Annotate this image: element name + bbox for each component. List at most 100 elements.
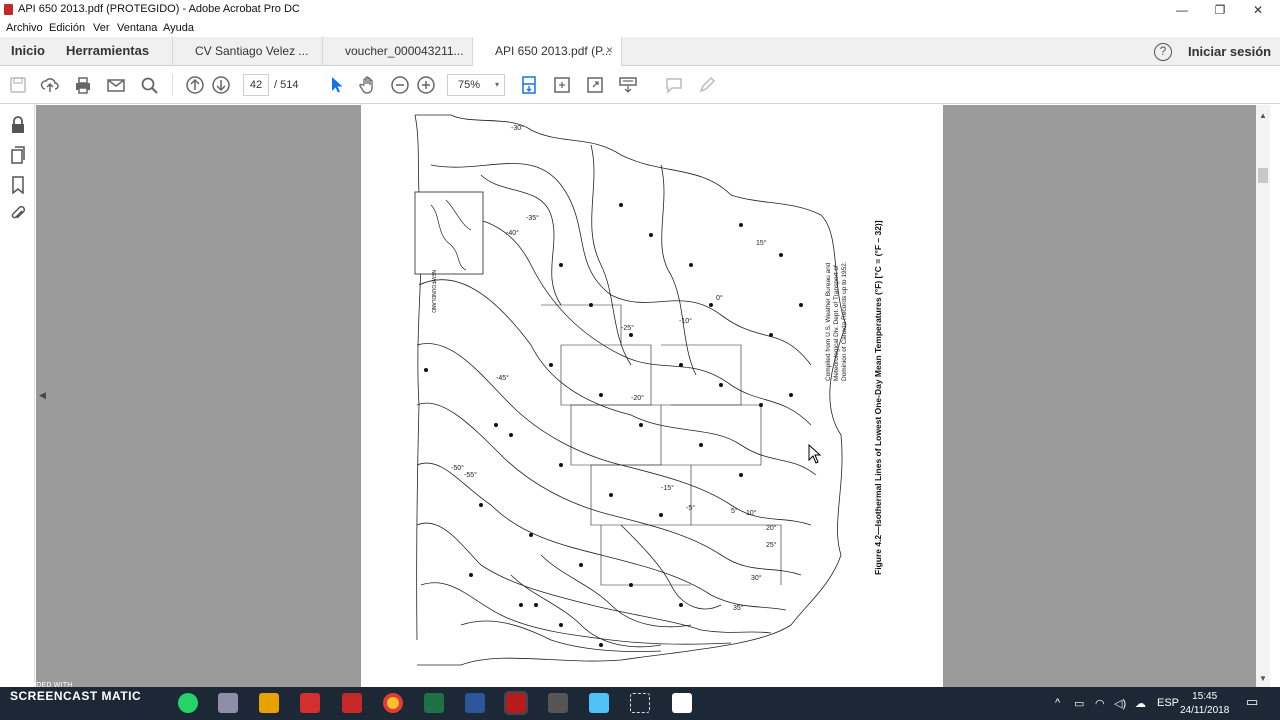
signin-link[interactable]: Iniciar sesión [1188,44,1271,59]
pen-icon[interactable] [695,73,719,97]
fit-page-icon[interactable] [550,73,574,97]
chrome-icon[interactable] [383,693,403,713]
zoom-value: 75% [458,79,481,91]
tab-voucher[interactable]: voucher_000043211... [322,37,472,66]
acrobat-taskbar-icon[interactable] [504,691,528,715]
isotherm-label: 30° [751,574,762,582]
page-total: / 514 [274,79,299,91]
figure-caption: Figure 4.2—Isothermal Lines of Lowest On… [873,220,883,575]
next-page-icon[interactable] [209,73,233,97]
system-clock[interactable]: 15:45 24/11/2018 [1180,690,1229,718]
cype-icon[interactable] [300,693,320,713]
isothermal-map: -30° -35° -40° -45° -50° -55° -25° -20° … [414,114,883,666]
input-language[interactable]: ESP [1157,697,1179,709]
wifi-icon[interactable]: ◠ [1095,697,1105,710]
chevron-down-icon: ▾ [494,80,499,89]
isotherm-label: -25° [621,324,634,332]
menu-archivo[interactable]: Archivo [6,22,43,34]
right-pane [1270,105,1280,687]
acrobat-icon [4,4,13,15]
menu-ayuda[interactable]: Ayuda [163,22,194,34]
pages-icon[interactable] [9,146,27,164]
restore-button[interactable]: ❐ [1200,0,1240,20]
close-window-button[interactable]: ✕ [1238,0,1278,20]
archive-icon[interactable] [259,693,279,713]
whatsapp-icon[interactable] [178,693,198,713]
menu-bar: Archivo Edición Ver Ventana Ayuda [0,20,1280,37]
tab-api-650[interactable]: API 650 2013.pdf (P... × [472,37,622,66]
watermark-line-3: MATIC [101,689,142,703]
cloud-upload-icon[interactable] [38,73,62,97]
scroll-up-icon[interactable]: ▲ [1259,111,1267,120]
calculator-icon[interactable] [548,693,568,713]
scroll-mode-icon[interactable] [517,73,541,97]
toolbar-divider [172,74,173,96]
isotherm-label: -20° [631,394,644,402]
nav-herramientas[interactable]: Herramientas [66,43,149,58]
window-titlebar: API 650 2013.pdf (PROTEGIDO) - Adobe Acr… [0,0,1280,20]
isotherm-label: 10° [746,509,757,517]
zoom-out-icon[interactable] [388,73,412,97]
menu-ventana[interactable]: Ventana [117,22,157,34]
full-screen-icon[interactable] [583,73,607,97]
attachment-icon[interactable] [9,205,27,223]
tab-label: voucher_000043211... [345,44,464,58]
explorer-icon[interactable] [589,693,609,713]
inset-label: NEWFOUNDLAND [430,270,436,313]
read-mode-icon[interactable] [616,73,640,97]
volume-icon[interactable]: ◁) [1114,697,1126,710]
isotherm-label: 20° [766,524,777,532]
tab-cv-santiago[interactable]: CV Santiago Velez ... [172,37,322,66]
excel-icon[interactable] [424,693,444,713]
lock-icon[interactable] [9,116,27,134]
isotherm-label: -35° [526,214,539,222]
notifications-icon[interactable]: ▭ [1246,694,1258,710]
select-cursor-icon[interactable] [324,73,348,97]
autocad-icon[interactable] [342,693,362,713]
onedrive-icon[interactable]: ☁ [1135,697,1146,710]
isotherm-label: -10° [679,317,692,325]
save-icon[interactable] [6,73,30,97]
menu-ver[interactable]: Ver [93,22,110,34]
watermark-line-1: RECORDED WITH [10,682,73,689]
source-note-line-3: Dominion of Canada Records up to 1952. [841,261,848,381]
isotherm-label: -45° [496,374,509,382]
minimize-button[interactable]: — [1162,0,1202,20]
tray-chevron-icon[interactable]: ^ [1055,697,1060,709]
comment-icon[interactable] [662,73,686,97]
isotherm-label: 25° [766,541,777,549]
newfoundland-inset [414,191,484,275]
word-icon[interactable] [465,693,485,713]
clock-time: 15:45 [1192,691,1218,702]
search-icon[interactable] [137,73,161,97]
tab-label: API 650 2013.pdf (P... [495,44,612,58]
tab-close-icon[interactable]: × [606,43,613,57]
menu-edicion[interactable]: Edición [49,22,85,34]
zoom-select[interactable]: 75% ▾ [447,74,505,96]
tab-label: CV Santiago Velez ... [195,44,309,58]
isotherm-label: -55° [464,471,477,479]
source-note-line-1: Compiled from U.S. Weather Bureau and [825,262,832,381]
app-icon[interactable] [218,693,238,713]
window-title: API 650 2013.pdf (PROTEGIDO) - Adobe Acr… [18,3,300,15]
scroll-down-icon[interactable]: ▼ [1259,674,1267,683]
tab-bar: Inicio Herramientas CV Santiago Velez ..… [0,37,1280,66]
isotherm-label: -5° [686,504,695,512]
help-icon[interactable]: ? [1154,43,1172,61]
photos-icon[interactable] [672,693,692,713]
scrollbar-thumb[interactable] [1258,168,1268,183]
snipping-tool-icon[interactable] [630,693,650,713]
source-note-line-2: Meteorological Div. Dept. of Transport o… [833,265,840,381]
zoom-in-icon[interactable] [414,73,438,97]
battery-icon[interactable]: ▭ [1074,697,1084,710]
vertical-scrollbar[interactable] [1256,105,1270,687]
hand-tool-icon[interactable] [356,73,380,97]
nav-inicio[interactable]: Inicio [11,43,45,58]
print-icon[interactable] [71,73,95,97]
email-icon[interactable] [104,73,128,97]
left-pane-toggle-icon[interactable]: ◀ [39,390,46,401]
page-number-input[interactable]: 42 [243,74,269,96]
previous-page-icon[interactable] [183,73,207,97]
bookmark-icon[interactable] [9,176,27,195]
clock-date: 24/11/2018 [1180,705,1230,716]
